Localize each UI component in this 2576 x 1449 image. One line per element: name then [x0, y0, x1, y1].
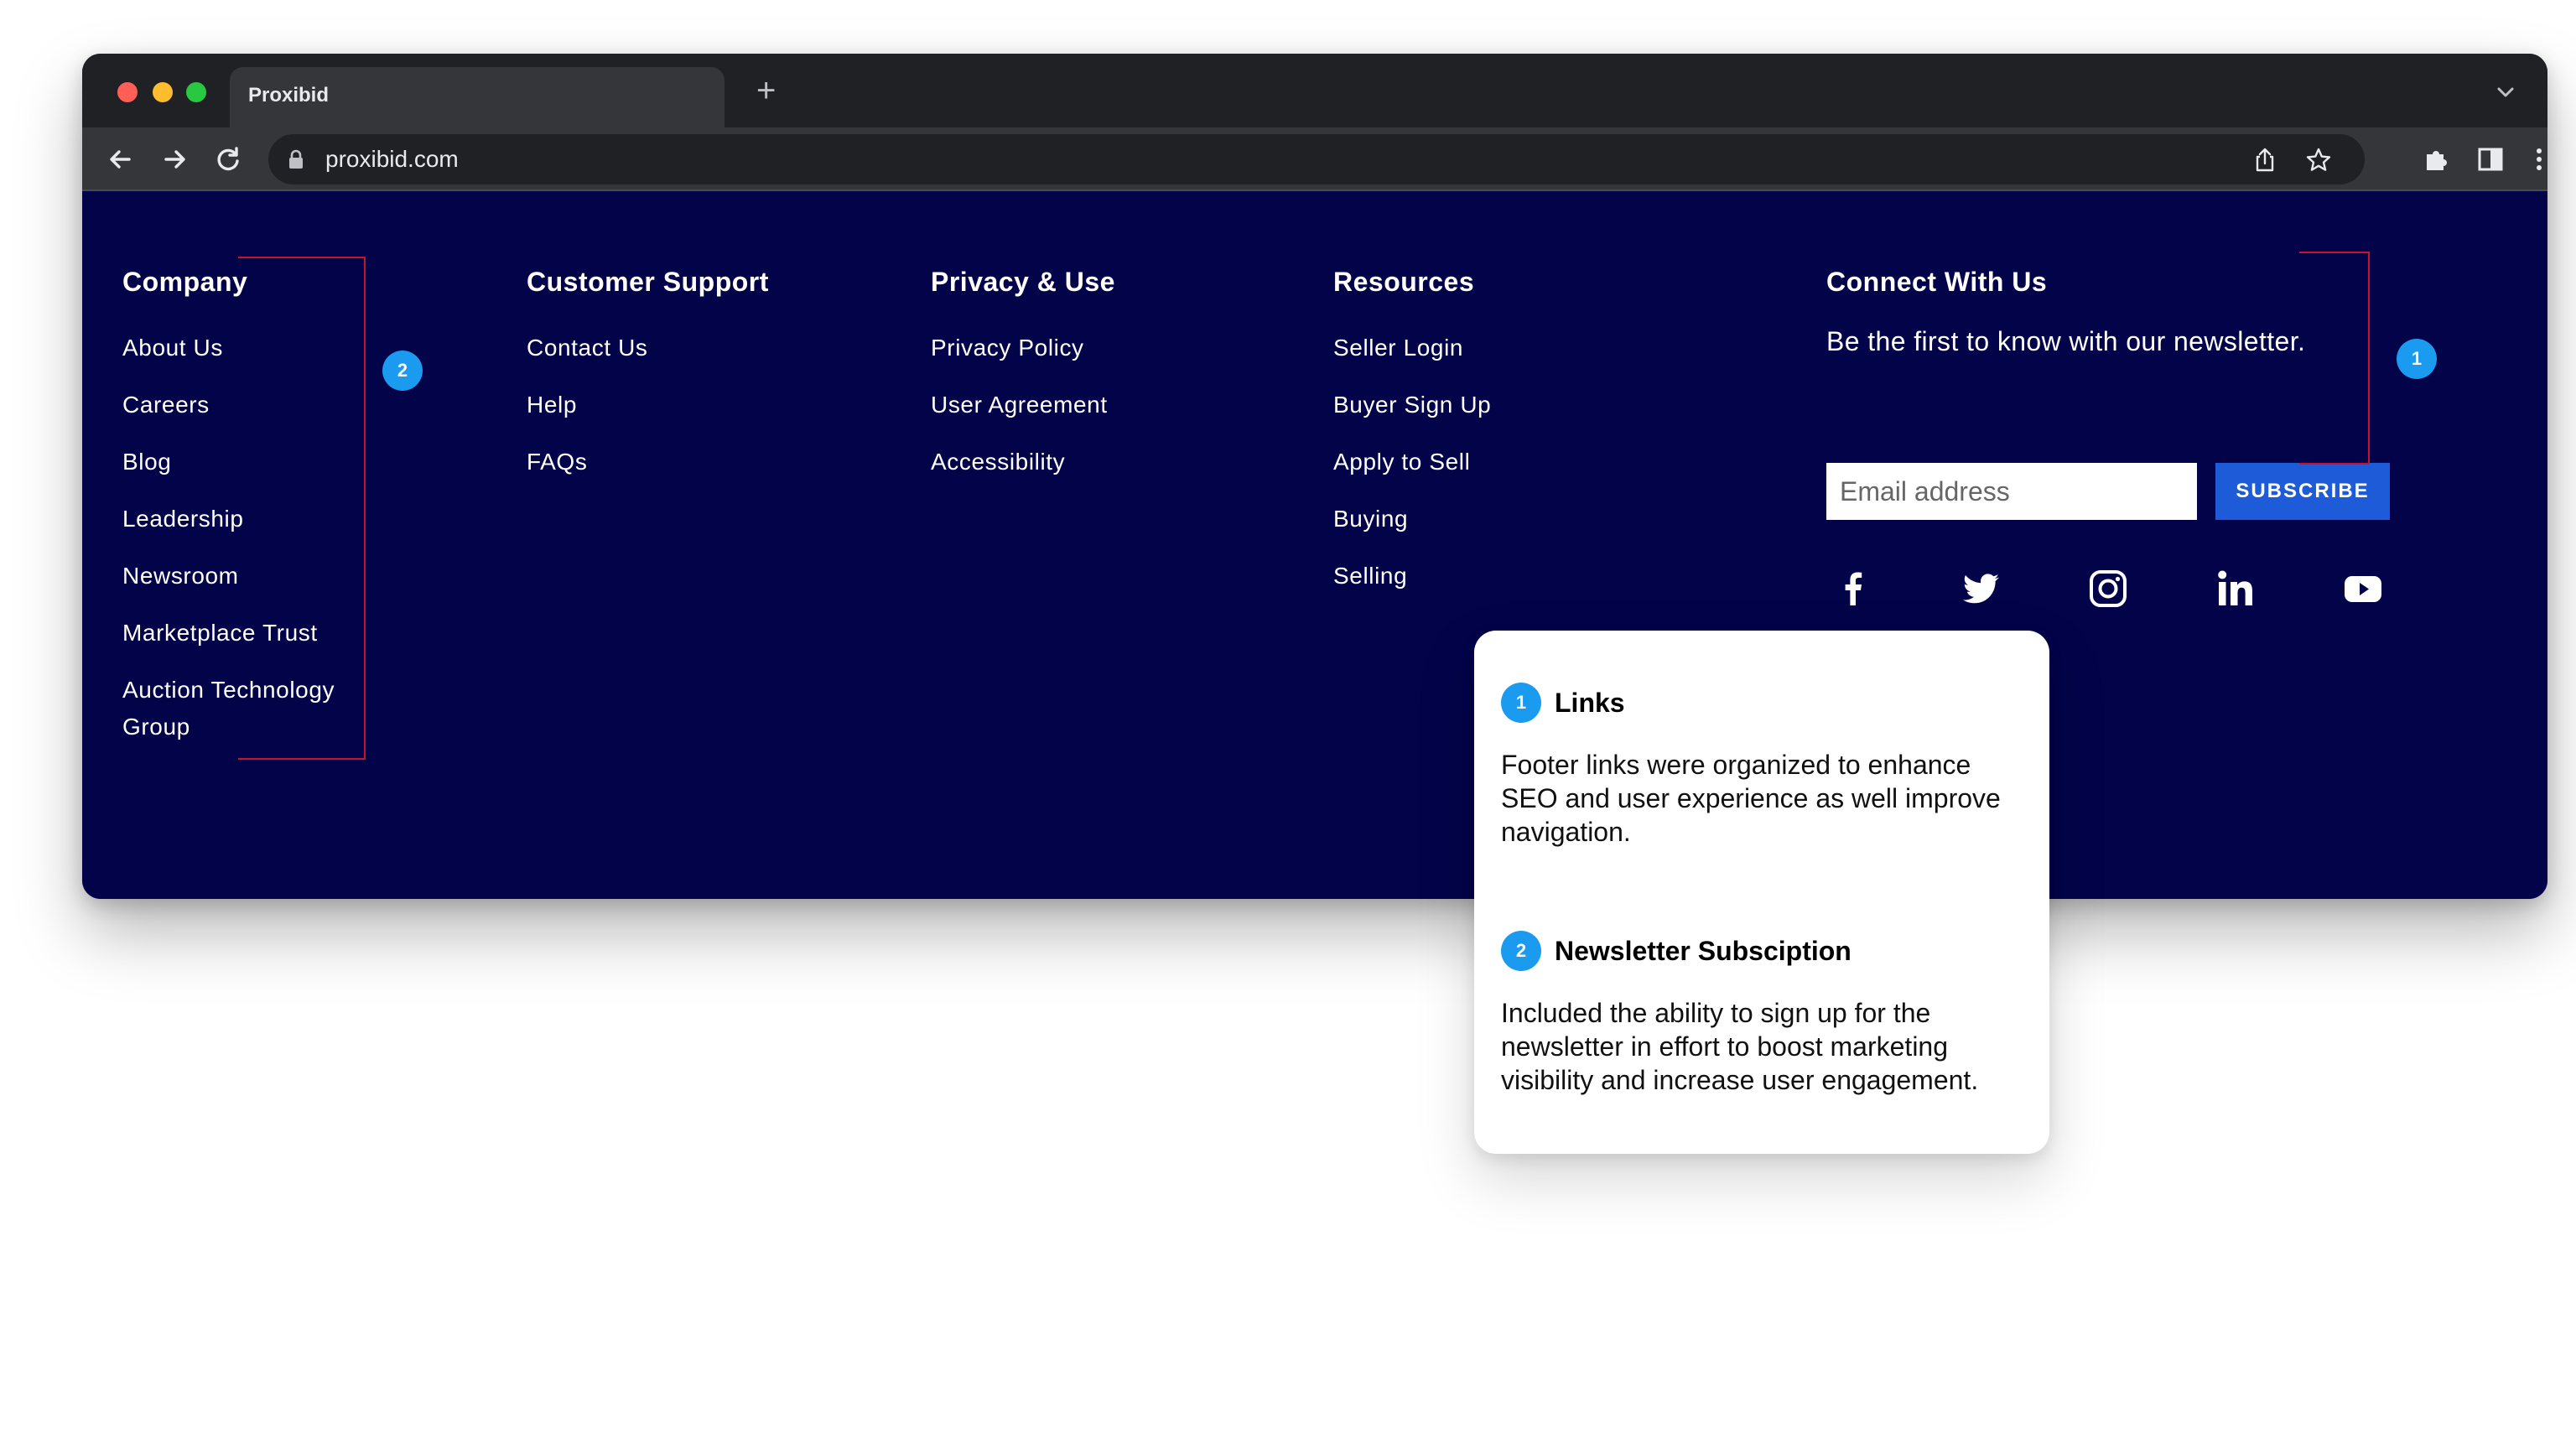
instagram-icon[interactable] [2085, 565, 2132, 612]
forward-arrow-icon[interactable] [158, 143, 191, 176]
share-icon[interactable] [2251, 146, 2279, 174]
footer-link-accessibility[interactable]: Accessibility [931, 444, 1115, 480]
note-number: 2 [1501, 931, 1541, 971]
note-header: 1 Links [1501, 683, 2029, 723]
footer-link-buyer-sign-up[interactable]: Buyer Sign Up [1333, 387, 1491, 423]
footer-link-user-agreement[interactable]: User Agreement [931, 387, 1115, 423]
footer-link-faqs[interactable]: FAQs [527, 444, 769, 480]
extensions-puzzle-icon[interactable] [2422, 144, 2452, 174]
footer-link-selling[interactable]: Selling [1333, 558, 1491, 595]
annotation-bracket-newsletter [2299, 252, 2370, 465]
note-body: Included the ability to sign up for the … [1501, 998, 1979, 1095]
note-number: 1 [1501, 683, 1541, 723]
more-options-icon[interactable] [2524, 144, 2547, 174]
footer-link-seller-login[interactable]: Seller Login [1333, 330, 1491, 366]
annotation-marker-2: 2 [382, 351, 423, 391]
twitter-icon[interactable] [1957, 565, 2004, 612]
bookmark-star-icon[interactable] [2304, 146, 2333, 174]
annotation-bracket-company [238, 257, 366, 760]
note-links: 1 Links Footer links were organized to e… [1501, 683, 2029, 849]
annotation-marker-1: 1 [2397, 339, 2437, 379]
note-title: Links [1555, 687, 1625, 718]
back-arrow-icon[interactable] [104, 143, 138, 176]
new-tab-button[interactable]: + [756, 70, 776, 111]
url-text: proxibid.com [325, 146, 459, 172]
lock-icon [289, 149, 303, 169]
email-input[interactable] [1826, 463, 2197, 520]
chevron-down-icon[interactable] [2489, 75, 2522, 109]
subscribe-button[interactable]: SUBSCRIBE [2215, 463, 2390, 520]
facebook-icon[interactable] [1830, 565, 1877, 612]
column-title: Customer Support [527, 267, 769, 297]
footer-link-help[interactable]: Help [527, 387, 769, 423]
linkedin-icon[interactable] [2212, 565, 2259, 612]
tab-bar: Proxibid + [82, 54, 2547, 127]
site-footer: Company About Us Careers Blog Leadership… [82, 191, 2547, 899]
tab-title: Proxibid [248, 84, 330, 106]
footer-column-privacy-use: Privacy & Use Privacy Policy User Agreem… [931, 267, 1115, 501]
annotation-notes-card: 1 Links Footer links were organized to e… [1474, 631, 2049, 1154]
active-tab[interactable]: Proxibid [230, 67, 724, 127]
maximize-window-button[interactable] [186, 82, 206, 102]
side-panel-icon[interactable] [2475, 144, 2506, 174]
youtube-icon[interactable] [2340, 565, 2386, 612]
close-window-button[interactable] [117, 82, 138, 102]
footer-column-resources: Resources Seller Login Buyer Sign Up App… [1333, 267, 1491, 615]
note-body: Footer links were organized to enhance S… [1501, 750, 2001, 847]
footer-link-apply-to-sell[interactable]: Apply to Sell [1333, 444, 1491, 480]
reload-icon[interactable] [211, 143, 245, 176]
browser-toolbar: proxibid.com [82, 127, 2547, 191]
browser-window: Proxibid + proxibid.com Company About Us… [82, 54, 2547, 899]
note-newsletter: 2 Newsletter Subsciption Included the ab… [1501, 931, 2029, 1097]
footer-link-contact-us[interactable]: Contact Us [527, 330, 769, 366]
note-header: 2 Newsletter Subsciption [1501, 931, 2029, 971]
column-title: Resources [1333, 267, 1475, 297]
note-title: Newsletter Subsciption [1555, 935, 1852, 966]
footer-link-buying[interactable]: Buying [1333, 501, 1491, 538]
column-title: Privacy & Use [931, 267, 1115, 297]
footer-column-customer-support: Customer Support Contact Us Help FAQs [527, 267, 769, 501]
footer-link-privacy-policy[interactable]: Privacy Policy [931, 330, 1115, 366]
minimize-window-button[interactable] [153, 82, 173, 102]
address-bar[interactable]: proxibid.com [268, 134, 2365, 184]
